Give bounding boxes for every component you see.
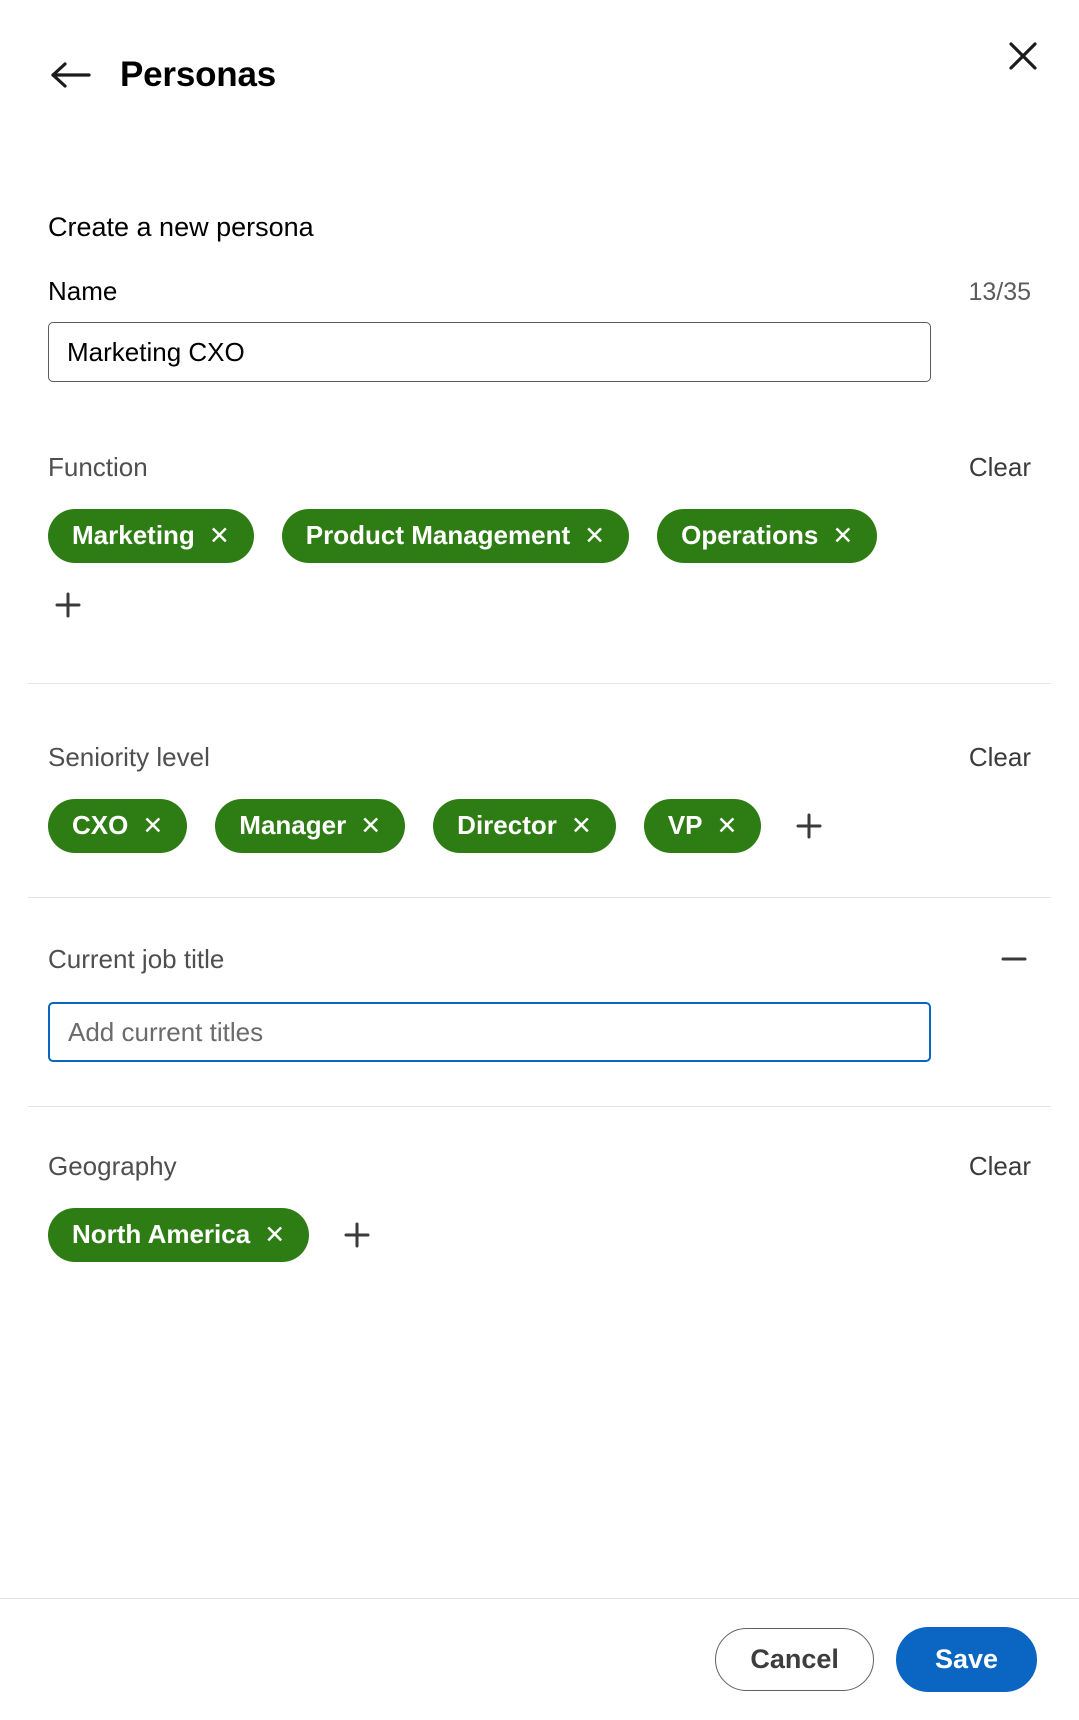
dialog-footer: Cancel Save — [0, 1598, 1079, 1720]
facet-function-header: Function Clear — [48, 452, 1031, 483]
chip-remove-icon[interactable]: ✕ — [584, 524, 605, 549]
chip-label: CXO — [72, 810, 128, 840]
facet-seniority-header: Seniority level Clear — [48, 742, 1031, 773]
chip-cxo[interactable]: CXO ✕ — [48, 799, 187, 853]
chip-remove-icon[interactable]: ✕ — [209, 524, 230, 549]
facet-function-add-row — [48, 585, 1031, 625]
chip-label: North America — [72, 1219, 250, 1249]
facet-function: Function Clear Marketing ✕ Product Manag… — [0, 452, 1079, 625]
cancel-button[interactable]: Cancel — [715, 1628, 874, 1691]
facet-geography-header: Geography Clear — [48, 1151, 1031, 1182]
facet-seniority-chips: CXO ✕ Manager ✕ Director ✕ VP ✕ — [48, 799, 1031, 853]
chip-remove-icon[interactable]: ✕ — [571, 814, 592, 839]
chip-label: Marketing — [72, 520, 195, 550]
chip-remove-icon[interactable]: ✕ — [360, 814, 381, 839]
name-char-counter: 13/35 — [968, 278, 1031, 307]
facet-geography: Geography Clear North America ✕ — [0, 1151, 1079, 1262]
spacer — [0, 1107, 1079, 1151]
name-input[interactable] — [48, 322, 931, 382]
spacer — [0, 1062, 1079, 1106]
create-persona-heading: Create a new persona — [48, 148, 1031, 244]
close-icon[interactable] — [999, 32, 1047, 80]
minus-icon[interactable] — [997, 942, 1031, 976]
facet-job-title: Current job title — [0, 942, 1079, 1062]
name-field-group: Name 13/35 — [48, 276, 1031, 382]
facet-function-clear-button[interactable]: Clear — [969, 452, 1031, 483]
facet-function-label: Function — [48, 452, 148, 483]
chip-north-america[interactable]: North America ✕ — [48, 1208, 309, 1262]
spacer — [0, 625, 1079, 683]
name-label: Name — [48, 276, 117, 307]
chip-label: Director — [457, 810, 557, 840]
chip-director[interactable]: Director ✕ — [433, 799, 616, 853]
facet-job-title-header: Current job title — [48, 942, 1031, 976]
chip-label: Operations — [681, 520, 818, 550]
facet-seniority-label: Seniority level — [48, 742, 210, 773]
save-button[interactable]: Save — [896, 1627, 1037, 1692]
dialog-body: Create a new persona Name 13/35 Function… — [0, 148, 1079, 1598]
chip-marketing[interactable]: Marketing ✕ — [48, 509, 254, 563]
dialog-header: Personas — [0, 0, 1079, 148]
page-title: Personas — [120, 48, 276, 102]
chip-remove-icon[interactable]: ✕ — [264, 1223, 285, 1248]
personas-dialog: Personas Create a new persona Name 13/35… — [0, 0, 1079, 1720]
chip-label: Product Management — [306, 520, 570, 550]
facet-geography-label: Geography — [48, 1151, 177, 1182]
chip-remove-icon[interactable]: ✕ — [832, 524, 853, 549]
spacer — [0, 684, 1079, 742]
facet-job-title-label: Current job title — [48, 944, 224, 975]
current-job-title-input[interactable] — [48, 1002, 931, 1062]
chip-label: Manager — [239, 810, 346, 840]
chip-remove-icon[interactable]: ✕ — [142, 814, 163, 839]
plus-icon[interactable] — [337, 1215, 377, 1255]
plus-icon[interactable] — [48, 585, 88, 625]
create-persona-section: Create a new persona Name 13/35 — [0, 148, 1079, 382]
name-field-header: Name 13/35 — [48, 276, 1031, 307]
chip-remove-icon[interactable]: ✕ — [717, 814, 738, 839]
facet-function-chips: Marketing ✕ Product Management ✕ Operati… — [48, 509, 1031, 563]
chip-manager[interactable]: Manager ✕ — [215, 799, 405, 853]
facet-seniority: Seniority level Clear CXO ✕ Manager ✕ Di… — [0, 742, 1079, 853]
facet-geography-chips: North America ✕ — [48, 1208, 1031, 1262]
back-arrow-icon[interactable] — [48, 52, 94, 98]
facet-seniority-clear-button[interactable]: Clear — [969, 742, 1031, 773]
spacer — [0, 898, 1079, 942]
spacer — [0, 853, 1079, 897]
chip-label: VP — [668, 810, 703, 840]
chip-operations[interactable]: Operations ✕ — [657, 509, 877, 563]
chip-product-management[interactable]: Product Management ✕ — [282, 509, 629, 563]
chip-vp[interactable]: VP ✕ — [644, 799, 762, 853]
plus-icon[interactable] — [789, 806, 829, 846]
spacer — [0, 382, 1079, 452]
facet-geography-clear-button[interactable]: Clear — [969, 1151, 1031, 1182]
